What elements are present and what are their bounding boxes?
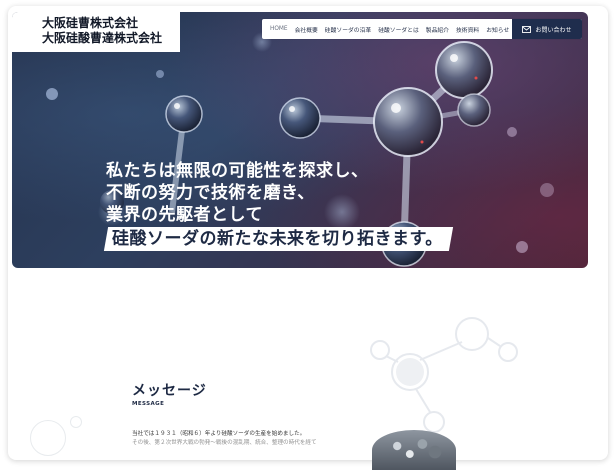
message-photo xyxy=(372,430,456,470)
hero-highlight-text: 硅酸ソーダの新たな未来を切り拓きます。 xyxy=(112,229,443,249)
decorative-circle xyxy=(70,416,82,428)
global-nav: HOME 会社概要 硅酸ソーダの沿革 硅酸ソーダとは 製品紹介 技術資料 お知ら… xyxy=(262,19,582,39)
message-subtitle: MESSAGE xyxy=(132,401,165,407)
contact-button[interactable]: お問い合わせ xyxy=(512,19,582,39)
mail-icon xyxy=(522,25,532,33)
hero-line-2: 不断の努力で技術を磨き、 xyxy=(106,183,315,203)
message-title: メッセージ xyxy=(132,383,207,399)
nav-item-about[interactable]: 硅酸ソーダとは xyxy=(378,25,419,34)
message-body: 当社では１９３１（昭和６）年より硅酸ソーダの生産を始めました。 その後、第２次世… xyxy=(132,430,317,448)
hero-line-1: 私たちは無限の可能性を探求し、 xyxy=(106,161,369,181)
nav-item-news[interactable]: お知らせ xyxy=(486,25,509,34)
contact-button-label: お問い合わせ xyxy=(535,26,572,34)
hero-copy: 私たちは無限の可能性を探求し、 不断の努力で技術を磨き、 業界の先駆者として 硅… xyxy=(103,160,453,251)
company-name-line1: 大阪硅曹株式会社 xyxy=(42,16,139,30)
nav-items: HOME 会社概要 硅酸ソーダの沿革 硅酸ソーダとは 製品紹介 技術資料 お知ら… xyxy=(262,25,512,34)
nav-item-home[interactable]: HOME xyxy=(270,26,288,32)
nav-item-company[interactable]: 会社概要 xyxy=(295,25,318,34)
company-name[interactable]: 大阪硅曹株式会社 大阪硅酸曹達株式会社 xyxy=(42,16,162,46)
nav-item-products[interactable]: 製品紹介 xyxy=(426,25,449,34)
nav-item-tech[interactable]: 技術資料 xyxy=(456,25,479,34)
hero-highlight: 硅酸ソーダの新たな未来を切り拓きます。 xyxy=(103,227,453,251)
nav-item-history[interactable]: 硅酸ソーダの沿革 xyxy=(325,25,371,34)
hero-line-3: 業界の先駆者として xyxy=(106,205,263,225)
decorative-circle xyxy=(30,420,66,456)
company-name-line2: 大阪硅酸曹達株式会社 xyxy=(42,31,163,45)
message-body-line2: その後、第２次世界大戦の勃発～戦後の混乱期、統合、整理の時代を経て xyxy=(132,440,317,446)
message-body-line1: 当社では１９３１（昭和６）年より硅酸ソーダの生産を始めました。 xyxy=(132,431,306,437)
